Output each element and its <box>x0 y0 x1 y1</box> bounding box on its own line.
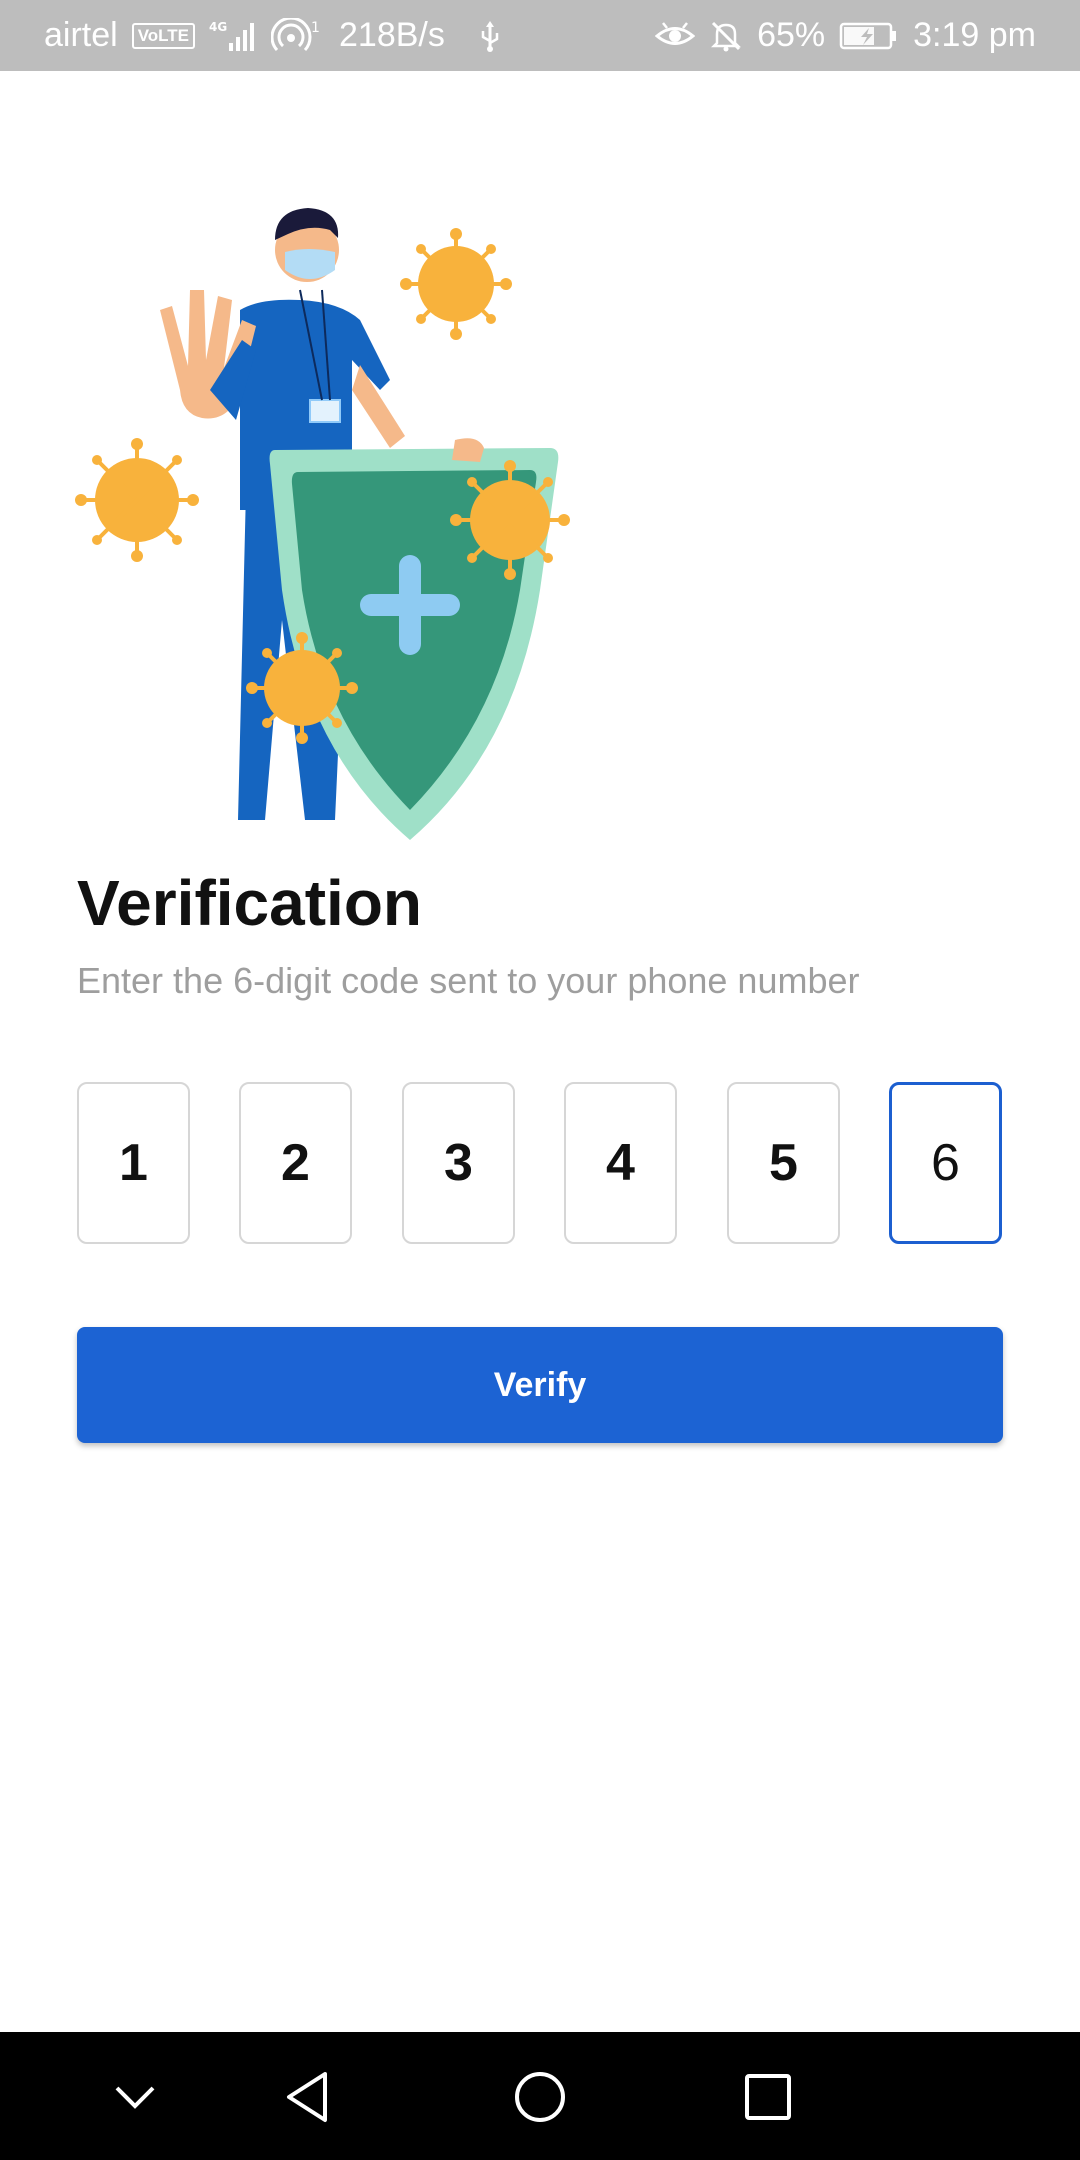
volte-icon: VoLTE <box>131 22 196 49</box>
bell-off-icon <box>709 19 743 53</box>
virus-icon <box>400 228 512 340</box>
virus-icon <box>75 438 199 562</box>
back-icon[interactable] <box>273 2062 343 2132</box>
otp-input-group: 1 2 3 4 5 6 <box>77 1082 1003 1246</box>
navigation-bar <box>0 2032 1080 2160</box>
otp-digit-2[interactable]: 2 <box>239 1082 352 1244</box>
usb-icon <box>479 19 501 53</box>
clock: 3:19 pm <box>913 16 1036 54</box>
otp-digit-5[interactable]: 5 <box>727 1082 840 1244</box>
otp-digit-3[interactable]: 3 <box>402 1082 515 1244</box>
signal-icon: 4G <box>209 19 257 53</box>
otp-digit-1[interactable]: 1 <box>77 1082 190 1244</box>
carrier-name: airtel <box>44 16 118 54</box>
hotspot-icon: 1 <box>271 17 325 54</box>
chevron-down-icon[interactable] <box>100 2062 170 2132</box>
battery-charging-icon <box>839 21 899 51</box>
eye-icon <box>655 21 696 51</box>
otp-digit-6[interactable]: 6 <box>889 1082 1002 1244</box>
page-title: Verification <box>77 867 422 939</box>
doctor-with-shield-illustration <box>60 190 580 850</box>
verify-button[interactable]: Verify <box>77 1327 1003 1443</box>
page-subtitle: Enter the 6-digit code sent to your phon… <box>77 960 860 1001</box>
status-bar-left: airtel VoLTE 4G 1 218B/s <box>44 16 501 55</box>
otp-digit-4[interactable]: 4 <box>564 1082 677 1244</box>
network-speed: 218B/s <box>339 16 445 54</box>
home-icon[interactable] <box>505 2062 575 2132</box>
recents-icon[interactable] <box>733 2062 803 2132</box>
status-bar: airtel VoLTE 4G 1 218B/s 65% 3:19 pm <box>0 0 1080 71</box>
hotspot-count: 1 <box>311 20 320 36</box>
battery-percent: 65% <box>757 16 826 54</box>
status-bar-right: 65% 3:19 pm <box>655 16 1036 55</box>
network-type: 4G <box>209 20 227 34</box>
